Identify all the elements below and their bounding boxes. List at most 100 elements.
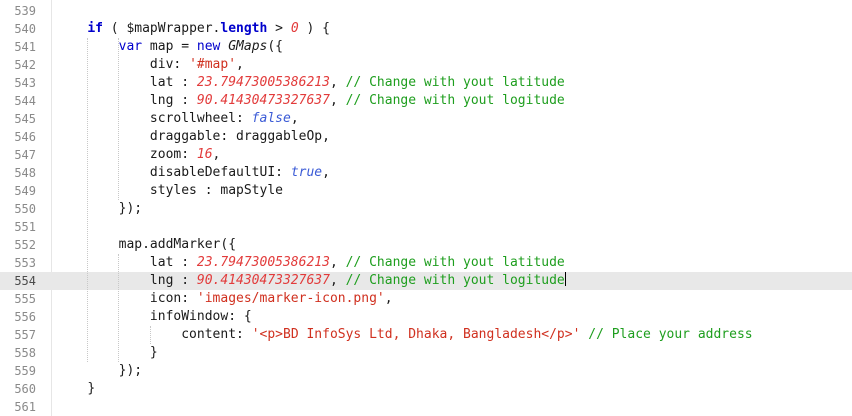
code-token: // Place your address xyxy=(588,327,753,342)
code-token: 16 xyxy=(196,147,213,162)
code-editor[interactable]: 539 540 if ( $mapWrapper.length > 0 ) {54… xyxy=(0,0,852,416)
code-token: } xyxy=(87,381,96,396)
code-line[interactable]: 545 scrollwheel: false, xyxy=(0,110,852,128)
code-token: GMaps xyxy=(228,39,268,54)
code-token: > xyxy=(267,21,291,36)
line-number: 558 xyxy=(14,346,36,360)
code-token: 90.41430473327637 xyxy=(196,93,330,108)
code-line[interactable]: 543 lat : 23.79473005386213, // Change w… xyxy=(0,74,852,92)
code-token: lng : xyxy=(149,93,197,108)
code-line[interactable]: 548 disableDefaultUI: true, xyxy=(0,164,852,182)
code-token: , xyxy=(329,273,346,288)
line-number: 540 xyxy=(14,22,36,36)
line-number: 544 xyxy=(14,94,36,108)
code-text[interactable]: content: '<p>BD InfoSys Ltd, Dhaka, Bang… xyxy=(56,326,753,344)
line-number: 541 xyxy=(14,40,36,54)
code-line[interactable]: 554 lng : 90.41430473327637, // Change w… xyxy=(0,272,852,290)
code-line[interactable]: 541 var map = new GMaps({ xyxy=(0,38,852,56)
code-token: ( xyxy=(102,21,127,36)
code-token: , xyxy=(212,147,221,162)
code-text[interactable]: draggable: draggableOp, xyxy=(56,128,330,146)
code-line[interactable]: 555 icon: 'images/marker-icon.png', xyxy=(0,290,852,308)
code-text[interactable]: }); xyxy=(56,200,142,218)
code-token: styles : mapStyle xyxy=(149,183,283,198)
code-line[interactable]: 544 lng : 90.41430473327637, // Change w… xyxy=(0,92,852,110)
code-token: 90.41430473327637 xyxy=(196,273,330,288)
code-token: if xyxy=(87,21,103,36)
code-text[interactable]: } xyxy=(56,380,95,398)
text-cursor xyxy=(564,272,566,286)
code-token: ({ xyxy=(267,39,284,54)
code-line[interactable]: 550 }); xyxy=(0,200,852,218)
code-line[interactable]: 540 if ( $mapWrapper.length > 0 ) { xyxy=(0,20,852,38)
code-token: , xyxy=(329,255,346,270)
code-line[interactable]: 552 map.addMarker({ xyxy=(0,236,852,254)
line-number: 557 xyxy=(14,328,36,342)
code-line[interactable]: 551 xyxy=(0,218,852,236)
code-text[interactable]: styles : mapStyle xyxy=(56,182,283,200)
code-token: false xyxy=(251,111,291,126)
code-lines[interactable]: 539 540 if ( $mapWrapper.length > 0 ) {54… xyxy=(0,2,852,416)
code-text[interactable]: lat : 23.79473005386213, // Change with … xyxy=(56,74,565,92)
code-token: icon: xyxy=(149,291,197,306)
code-token: 0 xyxy=(290,21,299,36)
code-text[interactable]: infoWindow: { xyxy=(56,308,252,326)
code-line[interactable]: 553 lat : 23.79473005386213, // Change w… xyxy=(0,254,852,272)
code-line[interactable]: 557 content: '<p>BD InfoSys Ltd, Dhaka, … xyxy=(0,326,852,344)
line-number: 560 xyxy=(14,382,36,396)
line-number: 546 xyxy=(14,130,36,144)
code-text[interactable]: }); xyxy=(56,362,142,380)
code-token: , xyxy=(290,111,299,126)
code-line[interactable]: 560 } xyxy=(0,380,852,398)
code-text[interactable]: } xyxy=(56,344,158,362)
code-text[interactable]: var map = new GMaps({ xyxy=(56,38,283,56)
code-line[interactable]: 559 }); xyxy=(0,362,852,380)
line-number: 555 xyxy=(14,292,36,306)
line-number: 561 xyxy=(14,400,36,414)
indent-guide xyxy=(87,38,89,362)
code-text[interactable]: zoom: 16, xyxy=(56,146,220,164)
code-text[interactable]: div: '#map', xyxy=(56,56,244,74)
code-line[interactable]: 542 div: '#map', xyxy=(0,56,852,74)
code-text[interactable]: lng : 90.41430473327637, // Change with … xyxy=(56,92,565,110)
code-line[interactable]: 556 infoWindow: { xyxy=(0,308,852,326)
code-text[interactable]: map.addMarker({ xyxy=(56,236,236,254)
code-text[interactable]: icon: 'images/marker-icon.png', xyxy=(56,290,393,308)
code-token: infoWindow: { xyxy=(149,309,252,324)
code-token: , xyxy=(329,93,346,108)
code-text[interactable]: disableDefaultUI: true, xyxy=(56,164,330,182)
code-line[interactable]: 558 } xyxy=(0,344,852,362)
code-token: true xyxy=(290,165,323,180)
code-token: '<p>BD InfoSys Ltd, Dhaka, Bangladesh</p… xyxy=(251,327,581,342)
code-token: lat : xyxy=(149,75,197,90)
code-token: div: xyxy=(149,57,190,72)
code-line[interactable]: 547 zoom: 16, xyxy=(0,146,852,164)
code-text[interactable]: lng : 90.41430473327637, // Change with … xyxy=(56,272,566,290)
code-token: , xyxy=(236,57,244,72)
code-token: } xyxy=(149,345,158,360)
code-line[interactable]: 539 xyxy=(0,2,852,20)
code-token: zoom: xyxy=(149,147,197,162)
code-text[interactable]: lat : 23.79473005386213, // Change with … xyxy=(56,254,565,272)
code-token: }); xyxy=(118,201,143,216)
code-line[interactable]: 561 xyxy=(0,398,852,416)
code-text[interactable]: if ( $mapWrapper.length > 0 ) { xyxy=(56,20,330,38)
code-text[interactable]: scrollwheel: false, xyxy=(56,110,299,128)
code-line[interactable]: 546 draggable: draggableOp, xyxy=(0,128,852,146)
code-line[interactable]: 549 styles : mapStyle xyxy=(0,182,852,200)
line-number: 547 xyxy=(14,148,36,162)
code-token: , xyxy=(329,75,346,90)
code-token: ) { xyxy=(298,21,330,36)
